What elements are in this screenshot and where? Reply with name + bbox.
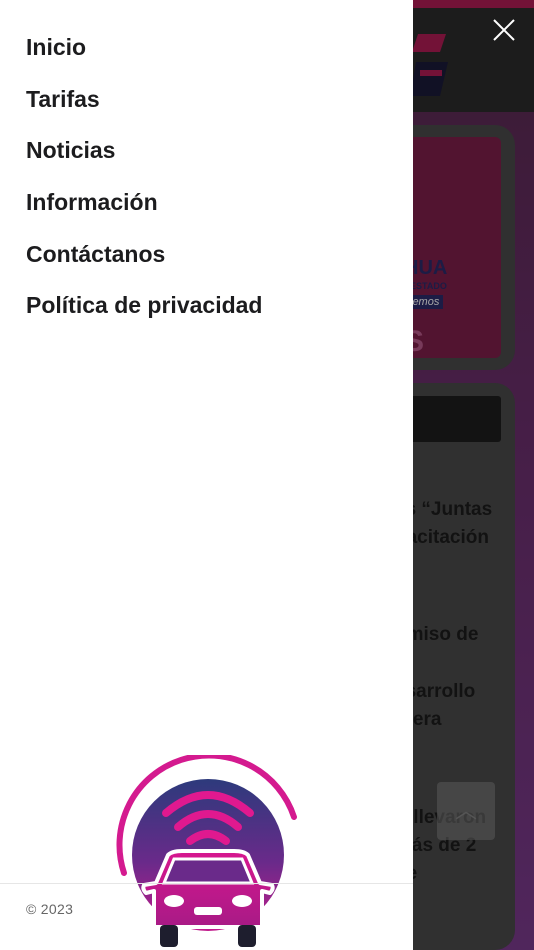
drawer-footer-divider bbox=[0, 883, 413, 884]
copyright-text: © 2023 bbox=[26, 901, 74, 917]
car-wifi-logo-icon bbox=[116, 755, 297, 947]
drawer-menu: Inicio Tarifas Noticias Información Cont… bbox=[26, 22, 262, 332]
close-icon[interactable] bbox=[489, 15, 519, 45]
menu-item-inicio[interactable]: Inicio bbox=[26, 22, 262, 74]
menu-item-informacion[interactable]: Información bbox=[26, 177, 262, 229]
navigation-drawer: Inicio Tarifas Noticias Información Cont… bbox=[0, 0, 413, 950]
scroll-up-button[interactable]: ︿ bbox=[437, 782, 495, 840]
chevron-up-icon: ︿ bbox=[454, 798, 477, 823]
menu-item-contactanos[interactable]: Contáctanos bbox=[26, 228, 262, 280]
menu-item-privacidad[interactable]: Política de privacidad bbox=[26, 280, 262, 332]
menu-item-tarifas[interactable]: Tarifas bbox=[26, 74, 262, 126]
menu-item-noticias[interactable]: Noticias bbox=[26, 125, 262, 177]
